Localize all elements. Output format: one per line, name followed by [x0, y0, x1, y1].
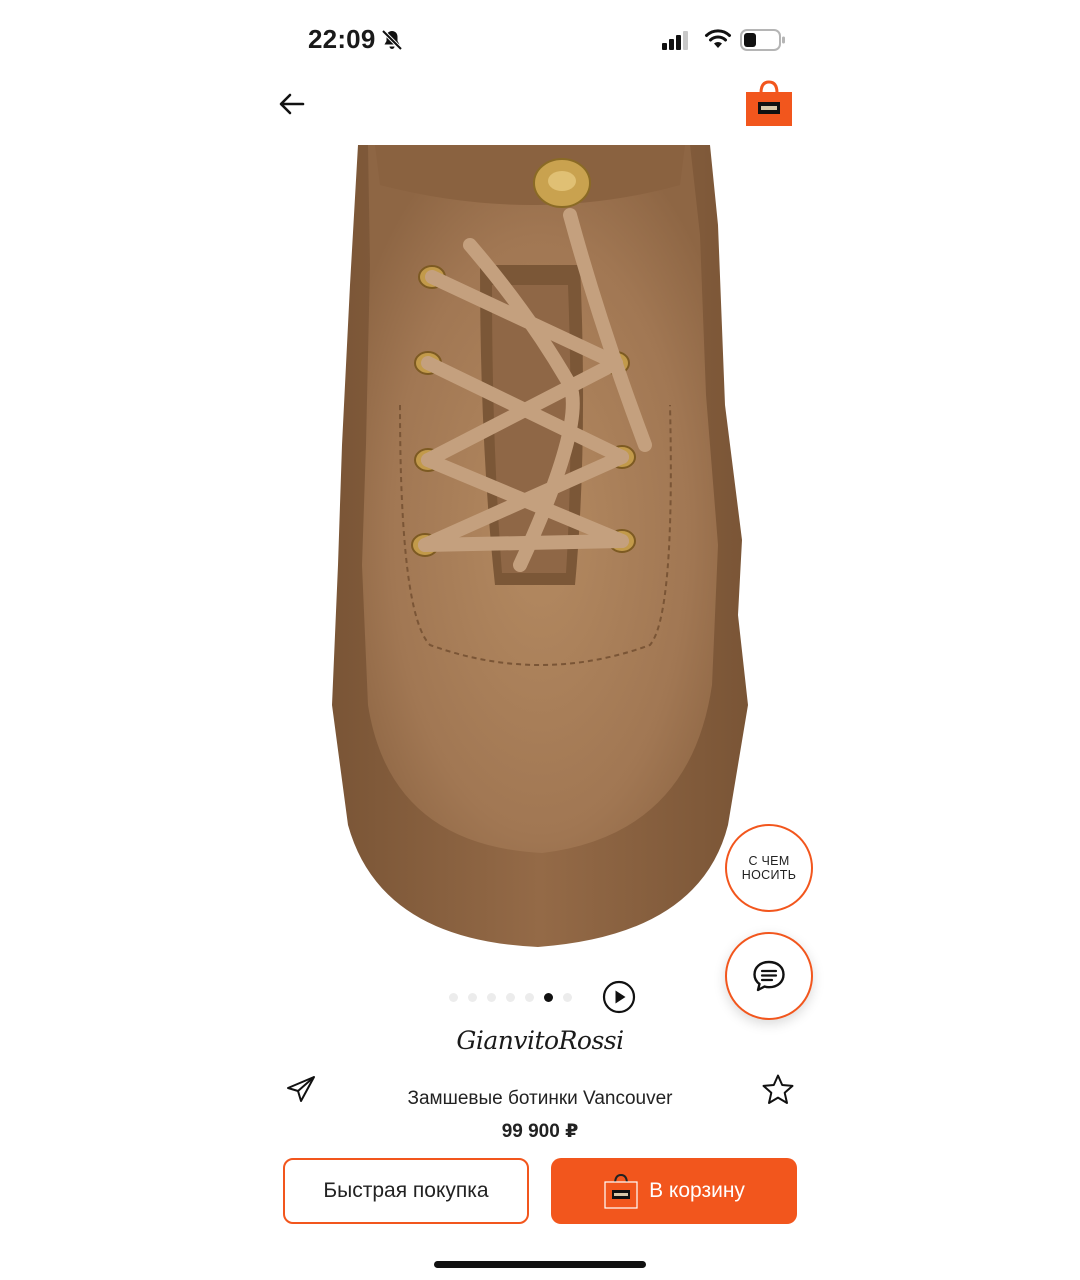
shopping-bag-icon: [604, 1173, 638, 1209]
signal-icon: [662, 31, 688, 50]
wifi-icon: [705, 29, 731, 48]
outfit-suggestions-label: С ЧЕМ НОСИТЬ: [741, 854, 797, 882]
quick-buy-button[interactable]: Быстрая покупка: [283, 1158, 529, 1224]
shopping-bag-icon[interactable]: [744, 80, 794, 128]
gallery-dot[interactable]: [487, 992, 496, 1002]
gallery-pagination[interactable]: [449, 990, 572, 1004]
status-time: 22:09: [308, 24, 376, 54]
add-to-cart-button[interactable]: В корзину: [551, 1158, 797, 1224]
status-bar: 22:09: [0, 0, 1080, 80]
outfit-suggestions-button[interactable]: С ЧЕМ НОСИТЬ: [725, 824, 813, 912]
product-price: 99 900 ₽: [501, 1121, 579, 1142]
quick-buy-label: Быстрая покупка: [323, 1179, 489, 1202]
gallery-dot[interactable]: [525, 992, 534, 1002]
bell-muted-icon: [381, 29, 403, 51]
play-circle-icon[interactable]: [602, 980, 636, 1014]
gallery-dot[interactable]: [563, 992, 572, 1002]
gallery-dot-active[interactable]: [544, 992, 553, 1002]
gallery-dot[interactable]: [506, 992, 515, 1002]
arrow-left-icon[interactable]: [272, 84, 312, 124]
star-outline-icon[interactable]: [760, 1072, 796, 1108]
product-title: Замшевые ботинки Vancouver: [407, 1088, 673, 1109]
home-indicator[interactable]: [434, 1261, 646, 1268]
send-icon[interactable]: [284, 1072, 318, 1106]
add-to-cart-label: В корзину: [649, 1179, 745, 1202]
gallery-dot[interactable]: [449, 992, 458, 1002]
chat-bubble-icon: [753, 960, 785, 992]
chat-button[interactable]: [725, 932, 813, 1020]
battery-icon: [740, 29, 785, 51]
brand-logo[interactable]: GianvitoRossi: [440, 1026, 640, 1066]
gallery-dot[interactable]: [468, 992, 477, 1002]
